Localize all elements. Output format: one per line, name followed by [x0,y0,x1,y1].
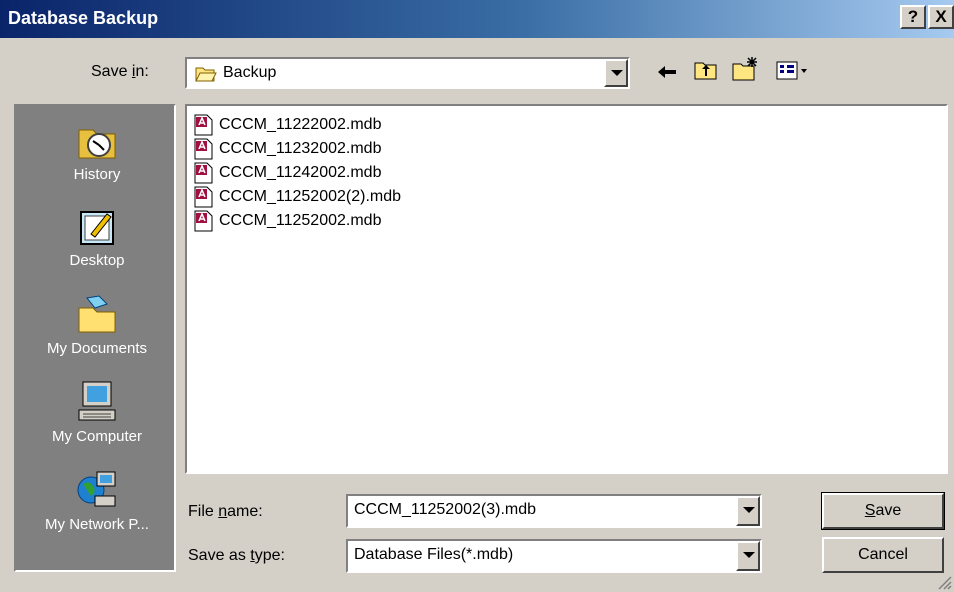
network-places-icon [77,471,116,507]
save-in-dropdown-button[interactable] [604,59,628,87]
file-name-input[interactable]: CCCM_11252002(3).mdb [346,494,762,528]
title-bar[interactable]: Database Backup ? X [0,0,954,38]
new-folder-icon[interactable] [732,56,762,82]
place-label: My Computer [51,428,143,445]
place-my-network-places[interactable]: My Network P... [16,468,178,533]
save-in-label: Save in: [91,63,149,80]
file-name: CCCM_11252002(2).mdb [219,188,402,205]
place-label: Desktop [69,252,125,269]
save-button[interactable]: Save [821,492,945,530]
save-in-combo[interactable]: Backup [185,57,630,89]
place-history[interactable]: History [16,118,178,183]
save-as-type-value: Database Files(*.mdb) [354,546,514,563]
file-name: CCCM_11252002.mdb [219,212,382,229]
file-name-label: File name: [188,503,263,520]
back-arrow-icon[interactable] [656,62,678,82]
my-computer-icon [78,381,116,421]
access-file-icon [194,186,213,208]
help-button[interactable]: ? [900,5,926,29]
window-title: Database Backup [8,8,159,28]
history-icon [78,129,116,159]
file-name-dropdown-button[interactable] [736,496,760,526]
save-as-type-label: Save as type: [188,547,285,564]
file-list[interactable]: CCCM_11222002.mdb CCCM_11232002.mdb CCCM… [185,104,948,474]
save-in-value: Backup [223,64,277,81]
access-file-icon [194,114,213,136]
desktop-icon [80,211,114,245]
file-name: CCCM_11242002.mdb [219,164,382,181]
place-my-documents[interactable]: My Documents [16,292,178,357]
access-file-icon [194,138,213,160]
save-as-type-select[interactable]: Database Files(*.mdb) [346,539,762,573]
access-file-icon [194,210,213,232]
cancel-button[interactable]: Cancel [822,537,944,573]
place-my-computer[interactable]: My Computer [16,380,178,445]
place-label: My Documents [46,340,148,357]
access-file-icon [194,162,213,184]
file-name-value: CCCM_11252002(3).mdb [354,501,537,518]
close-button[interactable]: X [928,5,954,29]
place-label: My Network P... [45,516,149,533]
file-name: CCCM_11222002.mdb [219,116,382,133]
save-as-type-dropdown-button[interactable] [736,541,760,571]
file-name: CCCM_11232002.mdb [219,140,382,157]
view-menu-icon[interactable] [776,60,816,82]
my-documents-icon [78,295,116,333]
folder-open-icon [195,67,217,82]
resize-grip[interactable] [936,574,952,590]
place-label: History [73,166,121,183]
up-one-level-icon[interactable] [694,58,718,82]
database-backup-dialog: Database Backup ? X Save in: Backup Hist… [0,0,954,592]
places-bar: History Desktop My Documents My Computer… [14,104,176,572]
place-desktop[interactable]: Desktop [16,204,178,269]
